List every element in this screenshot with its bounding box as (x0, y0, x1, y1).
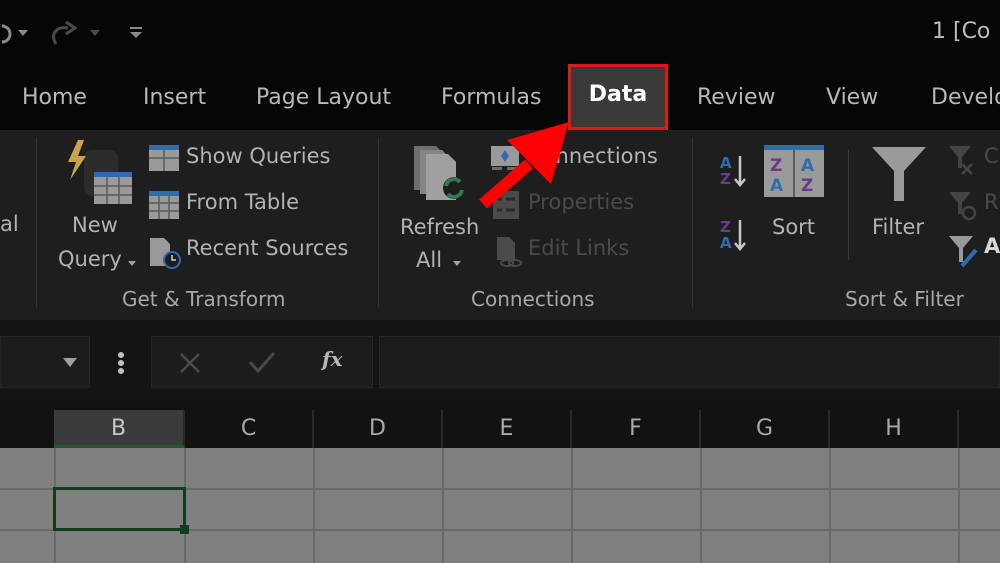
redo-icon[interactable] (50, 20, 80, 48)
grid-line (958, 448, 960, 563)
group-label-sort-filter: Sort & Filter (845, 287, 964, 311)
new-query-icon (62, 138, 132, 208)
more-options-icon[interactable] (117, 351, 125, 375)
grid-line (700, 448, 702, 563)
clear-filter-button[interactable]: C (948, 144, 1000, 178)
tab-home[interactable]: Home (22, 68, 87, 130)
redo-dropdown-icon[interactable] (90, 30, 100, 36)
selected-cell[interactable] (53, 487, 186, 531)
filter-icon (870, 145, 930, 203)
insert-function-button[interactable]: fx (322, 347, 343, 371)
title-bar: 1 [Co (0, 0, 1000, 68)
reapply-button[interactable]: R (948, 190, 1000, 224)
from-table-icon (148, 190, 180, 220)
sort-button[interactable]: Z A A Z Sort (764, 145, 826, 245)
sort-icon: Z A A Z (764, 145, 824, 197)
column-header-b[interactable]: B (54, 410, 185, 448)
formula-bar: fx (0, 320, 1000, 400)
group-divider (692, 138, 693, 308)
sort-z-to-a-icon[interactable]: Z A (718, 216, 750, 256)
tab-insert[interactable]: Insert (143, 68, 206, 130)
worksheet-grid[interactable] (0, 448, 1000, 563)
annotation-arrow-icon (475, 118, 575, 213)
from-table-button[interactable]: From Table (148, 190, 348, 220)
svg-text:Z: Z (720, 170, 731, 188)
group-label-connections: Connections (471, 287, 595, 311)
chevron-down-icon (128, 261, 136, 266)
undo-icon[interactable] (0, 22, 14, 46)
select-all-corner[interactable] (0, 410, 54, 448)
svg-text:A: A (801, 156, 815, 176)
cancel-icon[interactable] (178, 351, 202, 375)
tab-data[interactable]: Data (568, 64, 668, 130)
column-header-f[interactable]: F (572, 410, 701, 448)
filter-button[interactable]: Filter (866, 145, 936, 245)
recent-sources-icon (148, 236, 182, 270)
fill-handle[interactable] (180, 525, 189, 534)
tab-review[interactable]: Review (697, 68, 776, 130)
column-headers: B C D E F G H (0, 400, 1000, 448)
partial-group-label: al (0, 212, 19, 236)
divider (848, 150, 849, 260)
window-title: 1 [Co (932, 19, 991, 44)
grid-line (829, 448, 831, 563)
svg-text:A: A (770, 176, 784, 196)
customize-qat-icon[interactable] (129, 26, 143, 40)
formula-input[interactable] (379, 336, 1000, 388)
column-header-c[interactable]: C (185, 410, 314, 448)
column-header-h[interactable]: H (830, 410, 959, 448)
refresh-all-button[interactable]: Refresh All (398, 142, 480, 277)
sort-a-to-z-icon[interactable]: A Z (718, 152, 750, 192)
refresh-all-icon (410, 142, 472, 206)
svg-text:A: A (720, 234, 732, 252)
svg-text:Z: Z (770, 156, 782, 176)
tab-view[interactable]: View (826, 68, 878, 130)
group-divider (378, 138, 379, 308)
advanced-filter-icon (948, 234, 980, 268)
edit-links-icon (494, 236, 522, 268)
recent-sources-button[interactable]: Recent Sources (148, 236, 358, 270)
advanced-filter-button[interactable]: A (948, 234, 1000, 268)
name-box-dropdown-icon[interactable] (63, 358, 77, 367)
column-header-g[interactable]: G (701, 410, 830, 448)
enter-icon[interactable] (248, 350, 276, 374)
column-header-e[interactable]: E (443, 410, 572, 448)
edit-links-button[interactable]: Edit Links (494, 236, 644, 270)
new-query-button[interactable]: New Query (58, 138, 138, 278)
formula-buttons-area: fx (151, 336, 373, 388)
svg-text:Z: Z (801, 176, 813, 196)
show-queries-button[interactable]: Show Queries (148, 144, 348, 174)
show-queries-icon (148, 144, 180, 172)
undo-dropdown-icon[interactable] (18, 30, 28, 36)
tab-page-layout[interactable]: Page Layout (256, 68, 391, 130)
group-divider (36, 138, 37, 308)
grid-line (442, 448, 444, 563)
group-label-get-transform: Get & Transform (122, 287, 286, 311)
clear-filter-icon (948, 144, 978, 176)
tab-developer[interactable]: Develo (931, 68, 1000, 130)
grid-line (313, 448, 315, 563)
grid-line (571, 448, 573, 563)
column-header-d[interactable]: D (314, 410, 443, 448)
name-box[interactable] (0, 336, 90, 388)
reapply-icon (948, 190, 978, 222)
chevron-down-icon (453, 261, 461, 266)
